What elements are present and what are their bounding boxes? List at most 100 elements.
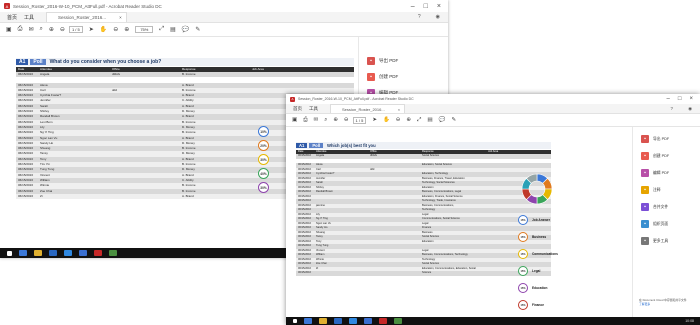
fit-page-icon[interactable]: ⤢ [417, 117, 421, 124]
question-header: A1 Poll Which job(s) best fit you [296, 142, 551, 149]
table-cell: A. Brand [182, 193, 194, 198]
document-tab[interactable]: Session_Roster_2016... × [330, 104, 406, 113]
taskbar-word-icon[interactable] [79, 250, 87, 256]
legend-ring-icon: 15% [518, 215, 528, 225]
table-cell [314, 271, 368, 276]
save-icon[interactable]: ▣ [6, 26, 12, 33]
page-indicator[interactable]: 1 / 5 [352, 116, 367, 124]
taskbar-mail-icon[interactable] [349, 318, 357, 324]
taskbar-folder-icon[interactable] [34, 250, 42, 256]
pdf-window-front[interactable]: A Session_Roster_2016-W-10_PCM_AttFull.p… [286, 94, 700, 325]
fit-page-icon[interactable]: ⤢ [159, 26, 164, 33]
menu-home[interactable]: 首页 [293, 106, 302, 112]
scroll-mode-icon[interactable]: ▤ [427, 117, 432, 123]
select-cursor-icon[interactable]: ➤ [372, 117, 377, 123]
print-icon[interactable]: ⎙ [303, 117, 307, 124]
save-icon[interactable]: ▣ [292, 117, 297, 123]
table-cell: Science [422, 271, 432, 274]
legend-item: 15% Education [518, 283, 588, 293]
menu-tools[interactable]: 工具 [309, 106, 318, 112]
taskbar-edge-icon[interactable] [304, 318, 312, 324]
side-tool-label: 导出 PDF [379, 58, 399, 63]
tab-close-icon[interactable]: × [119, 15, 122, 20]
taskbar-acrobat-icon[interactable] [379, 318, 387, 324]
legend-item: 10% [258, 126, 288, 137]
percent-legend: 10% 20% 30% 40% 30% [258, 126, 288, 196]
legend-ring-icon: 15% [518, 232, 528, 242]
maximize-icon[interactable]: □ [424, 3, 428, 10]
page-up-icon[interactable]: ⊕ [49, 26, 54, 33]
page-down-icon[interactable]: ⊖ [344, 117, 349, 123]
tab-close-icon[interactable]: × [398, 107, 400, 112]
hand-icon[interactable]: ✋ [100, 26, 107, 33]
legend-ring-icon: 15% [518, 249, 528, 259]
close-icon[interactable]: × [437, 3, 441, 10]
toolbar: ▣ ⎙ ✉ ⌕ ⊕ ⊖ 1 / 5 ➤ ✋ ⊖ ⊕ 75% ⤢ ▤ 💬 ✎ [0, 23, 448, 37]
legend-ring-icon: 30% [258, 182, 269, 193]
maximize-icon[interactable]: □ [678, 96, 682, 102]
side-tool-item[interactable]: ▪ 注释 [641, 186, 700, 194]
start-icon[interactable] [7, 250, 12, 256]
taskbar-word-icon[interactable] [364, 318, 372, 324]
search-icon[interactable]: ⌕ [40, 26, 43, 33]
taskbar-excel-icon[interactable] [109, 250, 117, 256]
tool-icon: ▪ [641, 237, 649, 245]
taskbar-edge-icon[interactable] [19, 250, 27, 256]
side-tool-item[interactable]: ▪ 创建 PDF [367, 73, 448, 81]
taskbar-store-icon[interactable] [49, 250, 57, 256]
hand-icon[interactable]: ✋ [383, 117, 390, 123]
side-tool-item[interactable]: ▪ 更多工具 [641, 237, 700, 245]
zoom-in-icon[interactable]: ⊕ [406, 117, 411, 123]
minimize-icon[interactable]: – [411, 3, 415, 10]
help-icon[interactable]: ? [671, 106, 674, 111]
taskbar-folder-icon[interactable] [319, 318, 327, 324]
close-icon[interactable]: × [689, 96, 693, 102]
signin-icon[interactable]: ◉ [688, 106, 692, 112]
page-down-icon[interactable]: ⊖ [60, 26, 65, 33]
tool-icon: ▪ [641, 135, 649, 143]
comment-icon[interactable]: 💬 [182, 26, 189, 33]
zoom-out-icon[interactable]: ⊖ [396, 117, 401, 123]
menu-home[interactable]: 首页 [7, 14, 17, 21]
acrobat-logo-icon: A [4, 3, 10, 9]
title-bar: A Session_Roster_2016-W-10_PCM_AttFull.p… [0, 0, 448, 12]
question-header: A1 Poll What do you consider when you ch… [16, 58, 354, 66]
zoom-out-icon[interactable]: ⊖ [113, 26, 118, 33]
learn-more-link[interactable]: 了解更多 [639, 303, 699, 307]
side-tool-item[interactable]: ▪ 创建 PDF [641, 152, 700, 160]
scroll-mode-icon[interactable]: ▤ [170, 26, 176, 33]
comment-icon[interactable]: 💬 [439, 117, 446, 123]
email-icon[interactable]: ✉ [314, 117, 319, 123]
signin-icon[interactable]: ◉ [436, 14, 440, 20]
print-icon[interactable]: ⎙ [18, 26, 23, 33]
taskbar-store-icon[interactable] [334, 318, 342, 324]
page-indicator[interactable]: 1 / 5 [68, 26, 83, 33]
taskbar-acrobat-icon[interactable] [94, 250, 102, 256]
side-tool-item[interactable]: ▪ 合并文件 [641, 203, 700, 211]
taskbar-excel-icon[interactable] [394, 318, 402, 324]
side-tool-item[interactable]: ▪ 导出 PDF [641, 135, 700, 143]
start-icon[interactable] [293, 319, 297, 323]
help-icon[interactable]: ? [418, 14, 421, 20]
title-bar: A Session_Roster_2016-W-10_PCM_AttFull.p… [286, 94, 700, 104]
side-tool-item[interactable]: ▪ 导出 PDF [367, 57, 448, 65]
zoom-dropdown[interactable]: 75% [135, 26, 154, 33]
sign-icon[interactable]: ✎ [451, 117, 456, 123]
email-icon[interactable]: ✉ [28, 26, 33, 33]
table-cell: 06/15/2016 [18, 193, 34, 198]
document-tab[interactable]: Session_Roster_2016... × [46, 12, 127, 22]
search-icon[interactable]: ⌕ [324, 117, 327, 124]
sign-icon[interactable]: ✎ [195, 26, 200, 33]
page-up-icon[interactable]: ⊕ [333, 117, 338, 123]
side-tool-label: 创建 PDF [379, 74, 399, 79]
menu-tools[interactable]: 工具 [24, 14, 34, 21]
tool-icon: ▪ [641, 169, 649, 177]
side-tool-item[interactable]: ▪ 编辑 PDF [641, 169, 700, 177]
side-tool-item[interactable]: ▪ 组织页面 [641, 220, 700, 228]
zoom-in-icon[interactable]: ⊕ [124, 26, 129, 33]
legend-item: 40% [258, 168, 288, 179]
minimize-icon[interactable]: – [667, 96, 670, 102]
job-legend: 15% Job Answer 15% Business 15% Communication… [518, 215, 588, 325]
taskbar-mail-icon[interactable] [64, 250, 72, 256]
select-cursor-icon[interactable]: ➤ [89, 26, 94, 33]
